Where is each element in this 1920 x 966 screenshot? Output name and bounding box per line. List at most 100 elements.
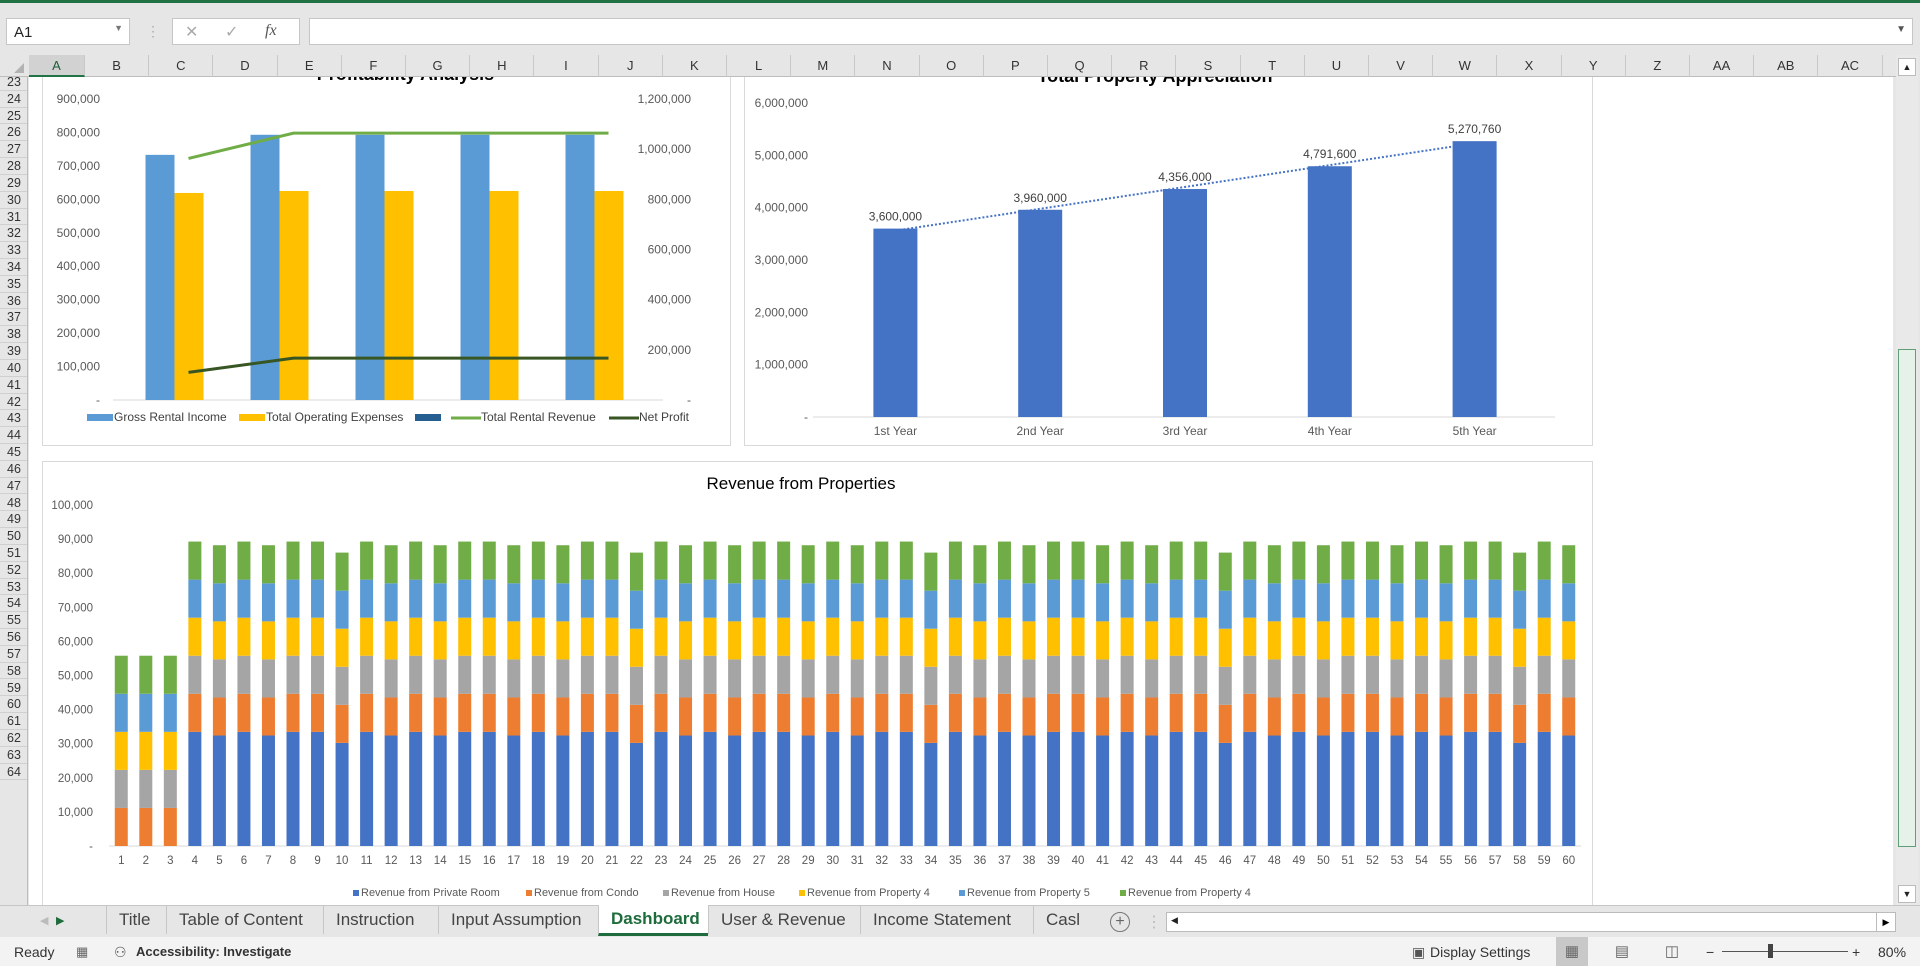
row-header-23[interactable]: 23 <box>0 77 27 91</box>
column-header-f[interactable]: F <box>342 55 406 77</box>
row-header-29[interactable]: 29 <box>0 175 27 192</box>
row-header-62[interactable]: 62 <box>0 730 27 747</box>
row-header-36[interactable]: 36 <box>0 293 27 310</box>
row-header-56[interactable]: 56 <box>0 629 27 646</box>
column-header-j[interactable]: J <box>599 55 663 77</box>
cancel-icon[interactable]: ✕ <box>185 22 198 42</box>
column-header-u[interactable]: U <box>1305 55 1369 77</box>
column-header-z[interactable]: Z <box>1626 55 1690 77</box>
normal-view-icon[interactable]: ▦ <box>1556 937 1588 966</box>
column-header-v[interactable]: V <box>1369 55 1434 77</box>
row-header-35[interactable]: 35 <box>0 276 27 293</box>
zoom-slider-thumb[interactable] <box>1768 944 1773 958</box>
sheet-tab-user-revenue[interactable]: User & Revenue <box>708 906 860 934</box>
add-sheet-icon[interactable]: + <box>1110 912 1130 932</box>
insert-function-icon[interactable]: fx <box>265 22 277 40</box>
column-header-k[interactable]: K <box>663 55 727 77</box>
previous-sheet-icon[interactable]: ◀ <box>40 914 48 927</box>
row-header-48[interactable]: 48 <box>0 495 27 512</box>
column-header-d[interactable]: D <box>213 55 278 77</box>
row-header-55[interactable]: 55 <box>0 612 27 630</box>
accessibility-status[interactable]: Accessibility: Investigate <box>136 944 291 959</box>
vertical-scroll-thumb[interactable] <box>1898 349 1916 847</box>
row-header-49[interactable]: 49 <box>0 511 27 529</box>
row-header-45[interactable]: 45 <box>0 444 27 461</box>
column-header-q[interactable]: Q <box>1048 55 1113 77</box>
column-header-e[interactable]: E <box>278 55 342 77</box>
split-handle-icon[interactable]: ⋮ <box>1146 912 1162 932</box>
scroll-down-button[interactable]: ▼ <box>1898 885 1916 903</box>
row-header-37[interactable]: 37 <box>0 309 27 327</box>
enter-icon[interactable]: ✓ <box>225 22 238 42</box>
row-header-30[interactable]: 30 <box>0 192 27 209</box>
row-header-46[interactable]: 46 <box>0 461 27 478</box>
column-header-y[interactable]: Y <box>1562 55 1626 77</box>
row-header-31[interactable]: 31 <box>0 209 27 226</box>
sheet-tab-dashboard[interactable]: Dashboard <box>598 905 708 936</box>
row-header-39[interactable]: 39 <box>0 343 27 360</box>
chart-revenue-from-properties[interactable]: Revenue from Properties - 10,000 20,000 30,0… <box>42 461 1593 905</box>
scroll-left-icon[interactable]: ◀ <box>1171 915 1178 926</box>
horizontal-scrollbar[interactable]: ◀ <box>1166 912 1886 932</box>
row-header-61[interactable]: 61 <box>0 713 27 730</box>
row-header-57[interactable]: 57 <box>0 646 27 663</box>
row-header-64[interactable]: 64 <box>0 764 27 781</box>
row-header-51[interactable]: 51 <box>0 545 27 562</box>
zoom-out-button[interactable]: − <box>1706 944 1714 960</box>
row-header-60[interactable]: 60 <box>0 696 27 714</box>
row-header-32[interactable]: 32 <box>0 225 27 243</box>
column-header-i[interactable]: I <box>534 55 599 77</box>
row-header-63[interactable]: 63 <box>0 747 27 764</box>
row-header-40[interactable]: 40 <box>0 360 27 377</box>
formula-input[interactable]: ▼ <box>309 18 1913 45</box>
column-header-aa[interactable]: AA <box>1690 55 1755 77</box>
accessibility-icon[interactable]: ⚇ <box>114 944 127 961</box>
scroll-up-button[interactable]: ▲ <box>1898 58 1916 76</box>
column-header-m[interactable]: M <box>791 55 856 77</box>
column-header-x[interactable]: X <box>1497 55 1562 77</box>
chart-total-property-appreciation[interactable]: Total Property Appreciation - 1,000,000 2,0… <box>744 77 1593 446</box>
row-header-58[interactable]: 58 <box>0 663 27 680</box>
column-header-h[interactable]: H <box>470 55 535 77</box>
row-header-52[interactable]: 52 <box>0 562 27 579</box>
row-header-54[interactable]: 54 <box>0 595 27 613</box>
worksheet-grid[interactable]: Profitability Analysis - 100,000 200,000 300… <box>29 77 1893 905</box>
column-header-ab[interactable]: AB <box>1754 55 1819 77</box>
sheet-tab-title[interactable]: Title <box>106 906 166 934</box>
row-header-50[interactable]: 50 <box>0 528 27 545</box>
row-header-44[interactable]: 44 <box>0 427 27 445</box>
row-header-33[interactable]: 33 <box>0 242 27 259</box>
row-header-38[interactable]: 38 <box>0 326 27 344</box>
sheet-tab-instruction[interactable]: Instruction <box>323 906 438 934</box>
column-header-g[interactable]: G <box>406 55 471 77</box>
row-header-53[interactable]: 53 <box>0 579 27 596</box>
column-header-t[interactable]: T <box>1241 55 1305 77</box>
chart-profitability-analysis[interactable]: Profitability Analysis - 100,000 200,000 300… <box>42 77 731 446</box>
row-header-59[interactable]: 59 <box>0 680 27 697</box>
select-all-button[interactable] <box>0 55 28 77</box>
vertical-scrollbar[interactable]: ▲ ▼ <box>1896 55 1918 905</box>
zoom-in-button[interactable]: + <box>1852 944 1860 960</box>
next-sheet-icon[interactable]: ▶ <box>56 914 64 927</box>
column-header-a[interactable]: A <box>29 55 85 77</box>
column-header-b[interactable]: B <box>85 55 150 77</box>
column-header-l[interactable]: L <box>727 55 792 77</box>
column-header-o[interactable]: O <box>920 55 984 77</box>
column-header-r[interactable]: R <box>1112 55 1177 77</box>
expand-formula-bar-icon[interactable]: ▼ <box>1896 24 1906 35</box>
column-header-ac[interactable]: AC <box>1818 55 1883 77</box>
drag-handle-icon[interactable]: ⋮ <box>146 23 160 40</box>
name-box[interactable]: A1 ▼ <box>6 18 130 45</box>
sheet-tab-casl[interactable]: Casl ... <box>1033 906 1103 957</box>
display-settings-icon[interactable]: ▣ <box>1412 944 1425 961</box>
macro-recording-icon[interactable]: ▦ <box>76 944 88 960</box>
row-header-28[interactable]: 28 <box>0 158 27 175</box>
column-header-s[interactable]: S <box>1176 55 1241 77</box>
row-header-41[interactable]: 41 <box>0 377 27 394</box>
sheet-tab-input-assumption[interactable]: Input Assumption <box>438 906 598 934</box>
sheet-tab-table-of-content[interactable]: Table of Content <box>166 906 323 934</box>
page-layout-view-icon[interactable]: ▤ <box>1606 937 1638 966</box>
display-settings-button[interactable]: Display Settings <box>1430 944 1530 960</box>
zoom-level[interactable]: 80% <box>1878 944 1906 960</box>
column-header-p[interactable]: P <box>984 55 1048 77</box>
